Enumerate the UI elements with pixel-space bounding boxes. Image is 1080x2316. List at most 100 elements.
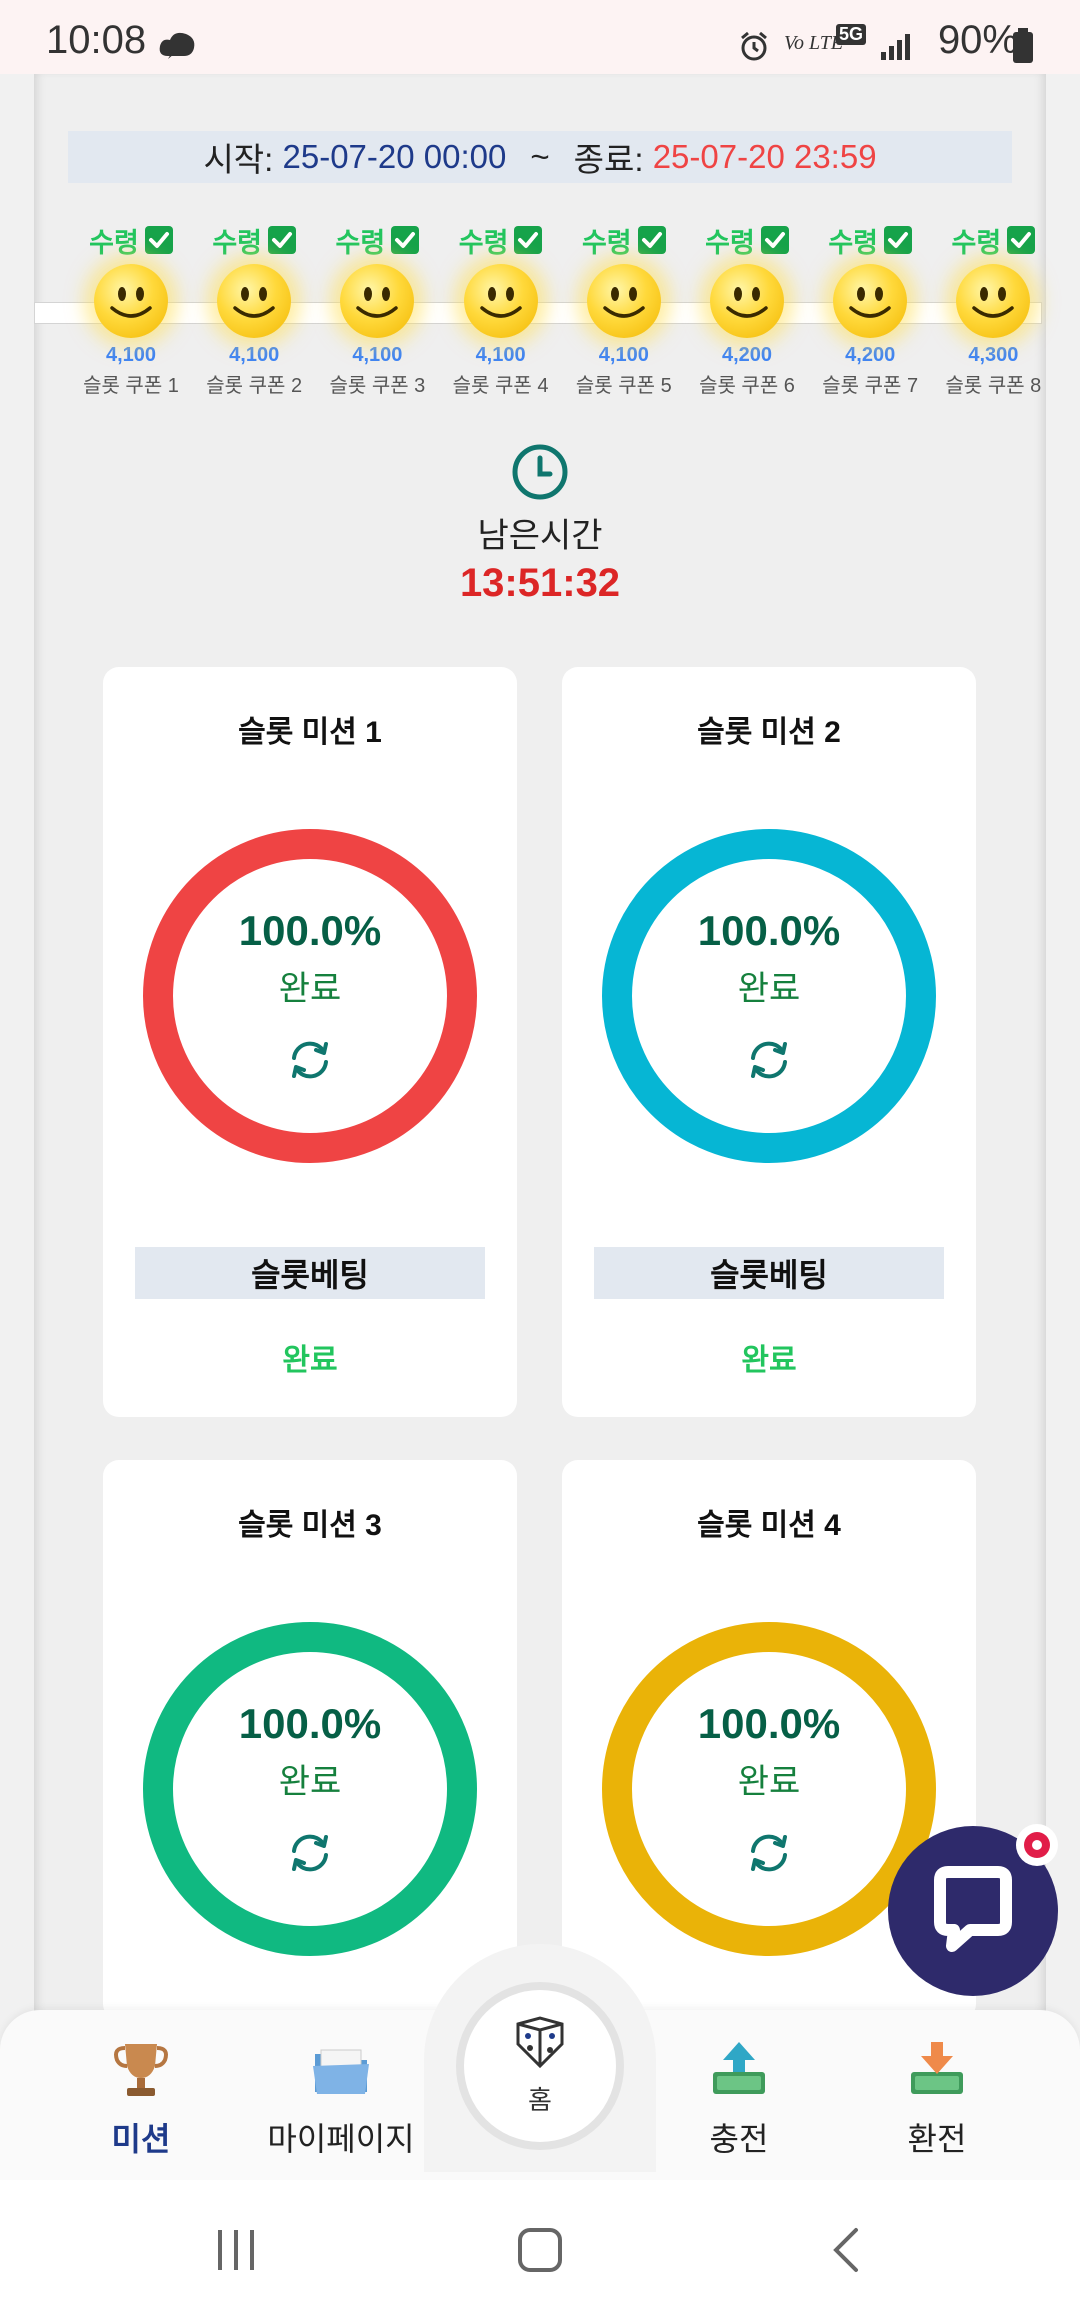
home-system-icon[interactable] bbox=[516, 2226, 564, 2274]
coupon-status: 수령 bbox=[811, 222, 929, 258]
nav-exchange[interactable]: 환전 bbox=[862, 2038, 1012, 2160]
coupon-status-label: 수령 bbox=[335, 227, 386, 258]
battery-text: 90% bbox=[937, 18, 1018, 62]
coupon-status: 수령 bbox=[195, 222, 313, 258]
progress-percent: 100.0% bbox=[238, 1700, 382, 1747]
coupon-amount: 4,200 bbox=[721, 344, 773, 366]
end-label: 종료: bbox=[573, 141, 644, 178]
casino-home-icon bbox=[516, 2016, 564, 2069]
coupon-amount: 4,300 bbox=[968, 344, 1019, 366]
progress-state: 완료 bbox=[278, 970, 342, 1008]
chat-notification-badge bbox=[1016, 1824, 1058, 1866]
coupon-name: 슬롯 쿠폰 8 bbox=[945, 375, 1042, 397]
coupon-amount: 4,100 bbox=[598, 344, 649, 366]
bet-type-label: 슬롯베팅 bbox=[135, 1247, 485, 1299]
check-icon bbox=[1007, 226, 1036, 254]
coupon-status: 수령 bbox=[72, 222, 190, 258]
refresh-icon[interactable] bbox=[745, 1829, 793, 1877]
coupon-status-label: 수령 bbox=[705, 227, 755, 258]
coupon-status: 수령 bbox=[442, 222, 560, 258]
coupon-status-label: 수령 bbox=[89, 227, 139, 258]
coupon-item[interactable]: 수령 4,100 슬롯 쿠폰 1 bbox=[72, 222, 190, 398]
nav-mypage-label: 마이페이지 bbox=[267, 2121, 415, 2157]
coupon-status-label: 수령 bbox=[458, 227, 509, 258]
refresh-icon[interactable] bbox=[286, 1036, 334, 1084]
smiley-coupon-icon bbox=[710, 264, 784, 338]
coupon-name: 슬롯 쿠폰 2 bbox=[206, 375, 303, 397]
coupon-name: 슬롯 쿠폰 7 bbox=[822, 375, 919, 397]
deposit-money-icon bbox=[713, 2042, 765, 2094]
period-separator: ~ bbox=[530, 138, 550, 175]
check-icon bbox=[884, 226, 913, 254]
nav-mission-label: 미션 bbox=[111, 2121, 171, 2157]
progress-state: 완료 bbox=[737, 1763, 801, 1801]
progress-state: 완료 bbox=[737, 970, 801, 1008]
coupon-status: 수령 bbox=[688, 222, 806, 258]
refresh-icon[interactable] bbox=[745, 1036, 793, 1084]
check-icon bbox=[144, 226, 173, 254]
nav-mypage[interactable]: 마이페이지 bbox=[266, 2038, 416, 2160]
check-icon bbox=[391, 226, 420, 254]
recent-apps-icon[interactable] bbox=[214, 2228, 260, 2272]
coupon-item[interactable]: 수령 4,100 슬롯 쿠폰 5 bbox=[565, 222, 683, 398]
coupon-name: 슬롯 쿠폰 5 bbox=[575, 375, 672, 397]
smiley-coupon-icon bbox=[833, 264, 908, 338]
status-time: 10:08 bbox=[46, 18, 147, 62]
battery-icon bbox=[1013, 28, 1033, 63]
coupon-name: 슬롯 쿠폰 6 bbox=[699, 375, 795, 397]
remaining-time: 남은시간 13:51:32 bbox=[0, 442, 1080, 606]
check-icon bbox=[268, 226, 297, 254]
withdraw-money-icon bbox=[911, 2042, 963, 2094]
coupon-item[interactable]: 수령 4,200 슬롯 쿠폰 6 bbox=[688, 222, 806, 398]
bet-type-label: 슬롯베팅 bbox=[594, 1247, 944, 1299]
coupon-item[interactable]: 수령 4,300 슬롯 쿠폰 8 bbox=[934, 222, 1052, 398]
system-navigation-bar bbox=[0, 2180, 1080, 2316]
coupon-item[interactable]: 수령 4,100 슬롯 쿠폰 3 bbox=[318, 222, 436, 398]
progress-percent: 100.0% bbox=[697, 1700, 841, 1747]
progress-state: 완료 bbox=[278, 1763, 342, 1801]
mission-card-3[interactable]: 슬롯 미션 3 100.0% 완료 bbox=[103, 1460, 517, 2020]
coupon-status-label: 수령 bbox=[951, 227, 1002, 258]
remaining-time-value: 13:51:32 bbox=[459, 561, 621, 605]
trophy-icon bbox=[114, 2044, 168, 2096]
volte-label: Vo LTE bbox=[784, 32, 844, 54]
smiley-coupon-icon bbox=[340, 264, 415, 338]
coupon-status: 수령 bbox=[565, 222, 683, 258]
progress-percent: 100.0% bbox=[238, 907, 382, 954]
mission-title: 슬롯 미션 4 bbox=[697, 1509, 841, 1542]
coupon-status-label: 수령 bbox=[828, 227, 879, 258]
signal-icon bbox=[881, 34, 910, 60]
coupon-item[interactable]: 수령 4,100 슬롯 쿠폰 2 bbox=[195, 222, 313, 398]
coupon-status-label: 수령 bbox=[581, 227, 632, 258]
mission-card-1[interactable]: 슬롯 미션 1 100.0% 완료 슬롯베팅 완료 bbox=[103, 667, 517, 1417]
coupon-status: 수령 bbox=[318, 222, 436, 258]
progress-center: 100.0% 완료 bbox=[103, 907, 517, 1084]
progress-center: 100.0% 완료 bbox=[562, 907, 976, 1084]
coupon-status: 수령 bbox=[934, 222, 1052, 258]
mission-title: 슬롯 미션 1 bbox=[238, 716, 382, 749]
nav-charge-label: 충전 bbox=[709, 2121, 769, 2157]
cloud-icon bbox=[159, 32, 195, 59]
nav-mission[interactable]: 미션 bbox=[66, 2038, 216, 2160]
back-icon[interactable] bbox=[830, 2226, 860, 2274]
status-bar: 10:08 Vo LTE 5G 90% bbox=[0, 0, 1080, 74]
nav-exchange-label: 환전 bbox=[907, 2121, 967, 2157]
folder-icon bbox=[313, 2049, 369, 2094]
end-value: 25-07-20 23:59 bbox=[652, 138, 877, 175]
coupon-item[interactable]: 수령 4,200 슬롯 쿠폰 7 bbox=[811, 222, 929, 398]
event-period: 시작: 25-07-20 00:00 ~ 종료: 25-07-20 23:59 bbox=[68, 131, 1012, 183]
check-icon bbox=[514, 226, 543, 254]
refresh-icon[interactable] bbox=[286, 1829, 334, 1877]
coupon-item[interactable]: 수령 4,100 슬롯 쿠폰 4 bbox=[442, 222, 560, 398]
home-button[interactable] bbox=[456, 1982, 624, 2150]
coupon-status-label: 수령 bbox=[212, 227, 263, 258]
smiley-coupon-icon bbox=[94, 264, 168, 338]
clock-icon bbox=[512, 444, 568, 500]
start-value: 25-07-20 00:00 bbox=[282, 138, 507, 175]
mission-card-2[interactable]: 슬롯 미션 2 100.0% 완료 슬롯베팅 완료 bbox=[562, 667, 976, 1417]
coupon-amount: 4,100 bbox=[352, 344, 403, 366]
nav-charge[interactable]: 충전 bbox=[664, 2038, 814, 2160]
coupon-name: 슬롯 쿠폰 4 bbox=[452, 375, 549, 397]
alarm-icon bbox=[741, 31, 767, 61]
nav-home-label: 홈 bbox=[528, 2085, 552, 2115]
